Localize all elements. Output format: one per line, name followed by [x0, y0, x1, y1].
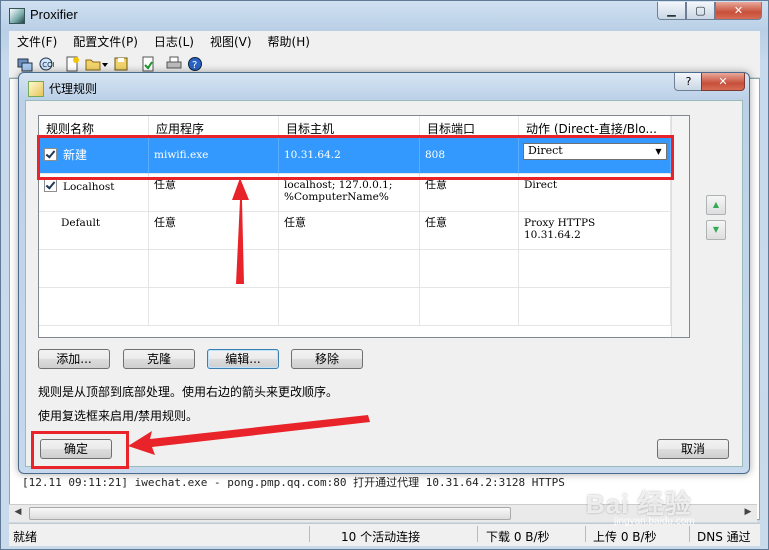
checkbox-note: 使用复选框来启用/禁用规则。 — [38, 409, 199, 423]
dialog-close-button[interactable]: ✕ — [701, 73, 745, 91]
menu-view[interactable]: 视图(V) — [202, 33, 260, 50]
proxifier-app-icon — [9, 8, 25, 24]
rule-name: Default — [39, 212, 149, 250]
col-header-action[interactable]: 动作 (Direct-直接/Blo... — [519, 116, 671, 136]
move-down-icon: ▼ — [712, 225, 720, 234]
highlight-ok-button — [31, 431, 129, 469]
move-down-button[interactable]: ▼ — [706, 220, 726, 240]
rule-host: 任意 — [279, 212, 420, 250]
clone-button[interactable]: 克隆 — [123, 349, 195, 369]
log-line: [12.11 09:11:21] iwechat.exe - pong.pmp.… — [22, 476, 565, 489]
rule-name: Localhost — [63, 181, 115, 193]
save-icon[interactable] — [113, 56, 129, 72]
rule-host-line2: %ComputerName% — [284, 191, 389, 203]
col-header-name[interactable]: 规则名称 — [39, 116, 149, 136]
title-bar: Proxifier ▁ ▢ ✕ — [1, 1, 768, 29]
table-row[interactable]: Default 任意 任意 任意 Proxy HTTPS 10.31.64.2 — [39, 212, 671, 250]
rule-port: 任意 — [420, 212, 519, 250]
order-note: 规则是从顶部到底部处理。使用右边的箭头来更改顺序。 — [38, 385, 339, 399]
remove-button[interactable]: 移除 — [291, 349, 363, 369]
menu-profile[interactable]: 配置文件(P) — [65, 33, 146, 50]
proxy-servers-icon[interactable]: .COM — [38, 56, 54, 72]
cancel-button[interactable]: 取消 — [657, 439, 729, 459]
move-up-button[interactable]: ▲ — [706, 195, 726, 215]
status-dns: DNS 通过 — [697, 530, 751, 544]
menu-help[interactable]: 帮助(H) — [260, 33, 318, 50]
status-download: 下载 0 B/秒 — [486, 530, 550, 544]
watermark-url: jingyan.baidu.com — [614, 516, 695, 527]
menu-file[interactable]: 文件(F) — [9, 33, 65, 50]
col-header-port[interactable]: 目标端口 — [420, 116, 519, 136]
minimize-button[interactable]: ▁ — [657, 2, 686, 20]
add-button[interactable]: 添加... — [38, 349, 110, 369]
status-connections: 10 个活动连接 — [341, 530, 421, 544]
scroll-left-icon[interactable]: ◀ — [11, 507, 25, 519]
dialog-help-button[interactable]: ? — [674, 73, 703, 91]
menu-log[interactable]: 日志(L) — [146, 33, 202, 50]
col-header-app[interactable]: 应用程序 — [149, 116, 279, 136]
proxy-rules-dialog: 代理规则 ? ✕ 规则名称 应用程序 目标主机 目标端口 动作 (Direct-… — [18, 72, 750, 474]
rules-dialog-icon — [28, 81, 44, 97]
print-icon[interactable] — [166, 56, 182, 72]
highlight-selected-rule — [37, 135, 674, 180]
menu-bar: 文件(F) 配置文件(P) 日志(L) 视图(V) 帮助(H) — [9, 31, 760, 51]
rule-action-line2: 10.31.64.2 — [524, 229, 581, 241]
status-ready: 就绪 — [13, 530, 38, 544]
scroll-right-icon[interactable]: ▶ — [741, 507, 755, 519]
empty-row — [39, 250, 671, 288]
help-icon[interactable]: ? — [187, 56, 203, 72]
new-profile-icon[interactable] — [64, 56, 80, 72]
empty-row — [39, 288, 671, 326]
rule-host-line1: localhost; 127.0.0.1; — [284, 179, 393, 191]
open-profile-icon[interactable] — [85, 56, 101, 72]
dialog-title: 代理规则 — [49, 82, 98, 96]
scroll-thumb[interactable] — [29, 507, 511, 520]
rule-enabled-checkbox[interactable] — [44, 179, 57, 192]
rules-icon[interactable] — [140, 56, 156, 72]
edit-button[interactable]: 编辑... — [207, 349, 279, 369]
svg-text:.COM: .COM — [40, 61, 54, 69]
profile-icon[interactable] — [17, 56, 33, 72]
close-button[interactable]: ✕ — [715, 2, 762, 20]
col-header-host[interactable]: 目标主机 — [279, 116, 420, 136]
status-upload: 上传 0 B/秒 — [593, 530, 657, 544]
svg-text:?: ? — [192, 60, 197, 71]
rule-app: 任意 — [149, 212, 279, 250]
move-up-icon: ▲ — [712, 200, 720, 209]
window-title: Proxifier — [30, 7, 78, 22]
dropdown-arrow-icon[interactable] — [101, 56, 109, 72]
maximize-button[interactable]: ▢ — [686, 2, 715, 20]
rule-action-line1: Proxy HTTPS — [524, 217, 596, 229]
